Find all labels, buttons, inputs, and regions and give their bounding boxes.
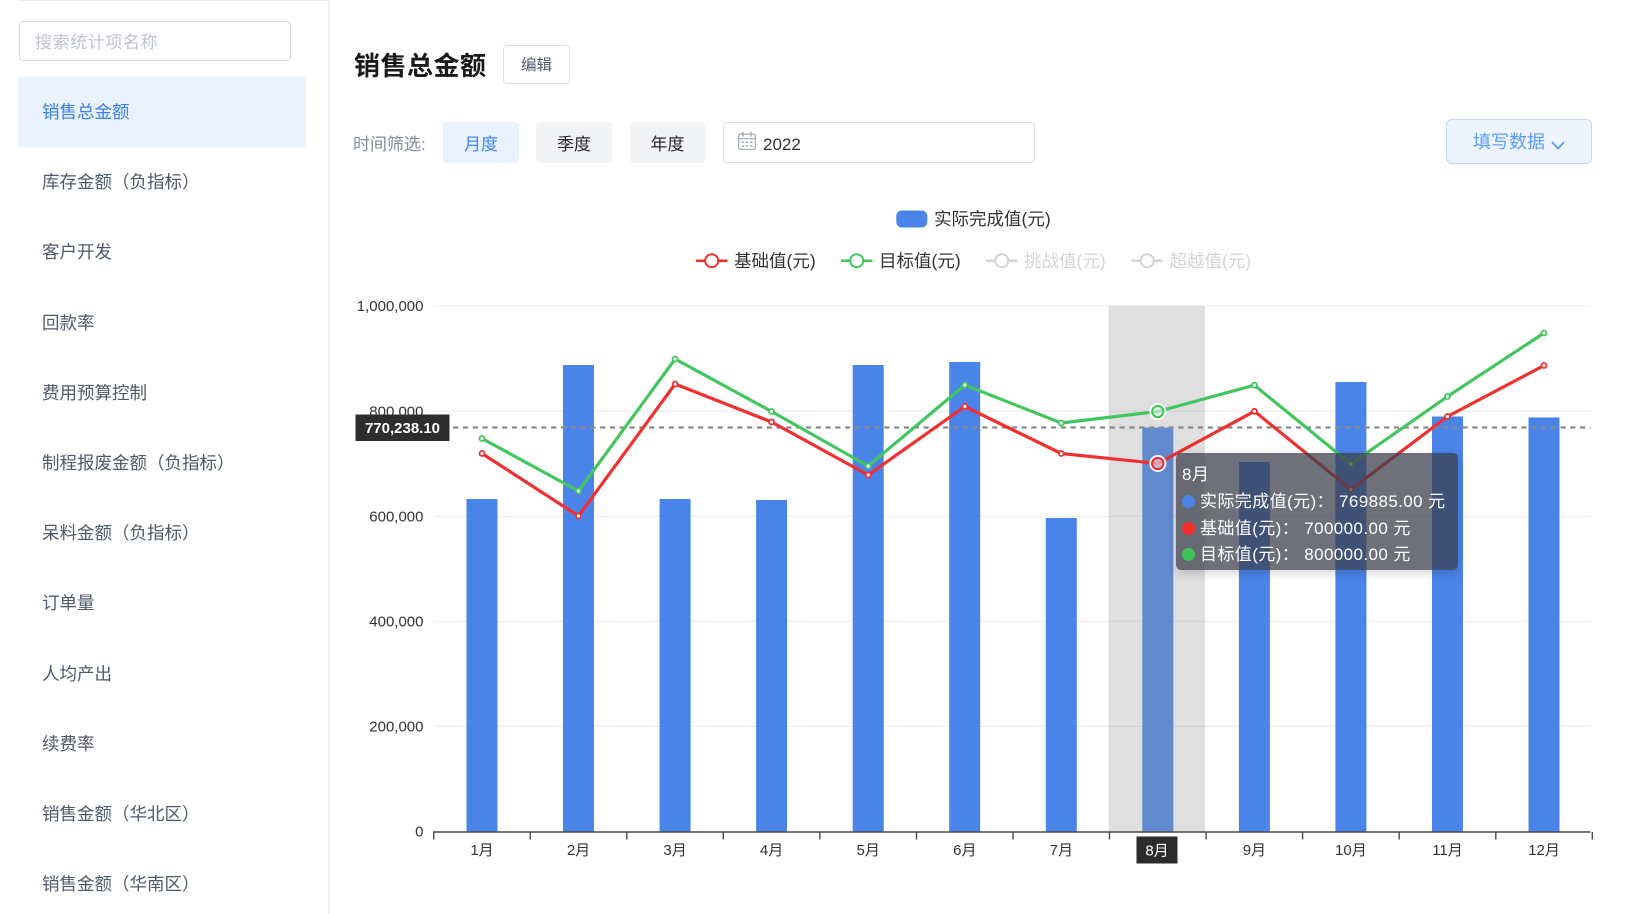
svg-text:7月: 7月 xyxy=(1050,839,1073,860)
svg-text:12月: 12月 xyxy=(1528,839,1560,860)
svg-text:9月: 9月 xyxy=(1243,839,1266,860)
svg-text:0: 0 xyxy=(415,821,423,842)
svg-text:1月: 1月 xyxy=(470,839,493,860)
svg-text:8月: 8月 xyxy=(1145,840,1168,861)
svg-text:5月: 5月 xyxy=(857,839,880,860)
svg-text:6月: 6月 xyxy=(953,839,976,860)
svg-text:2月: 2月 xyxy=(567,839,590,860)
svg-text:200,000: 200,000 xyxy=(369,716,423,737)
svg-text:目标值(元): 目标值(元) xyxy=(879,248,961,273)
svg-text:1,000,000: 1,000,000 xyxy=(357,295,424,316)
svg-text:4月: 4月 xyxy=(760,839,783,860)
svg-text:600,000: 600,000 xyxy=(369,505,423,526)
svg-text:挑战值(元): 挑战值(元) xyxy=(1024,248,1106,273)
svg-text:10月: 10月 xyxy=(1335,839,1367,860)
svg-text:3月: 3月 xyxy=(663,839,686,860)
svg-text:11月: 11月 xyxy=(1432,839,1463,860)
svg-text:超越值(元): 超越值(元) xyxy=(1170,248,1252,273)
svg-text:基础值(元): 基础值(元) xyxy=(734,248,816,273)
svg-text:770,238.10: 770,238.10 xyxy=(365,417,440,438)
svg-text:实际完成值(元): 实际完成值(元) xyxy=(934,206,1051,231)
svg-text:400,000: 400,000 xyxy=(369,611,423,632)
